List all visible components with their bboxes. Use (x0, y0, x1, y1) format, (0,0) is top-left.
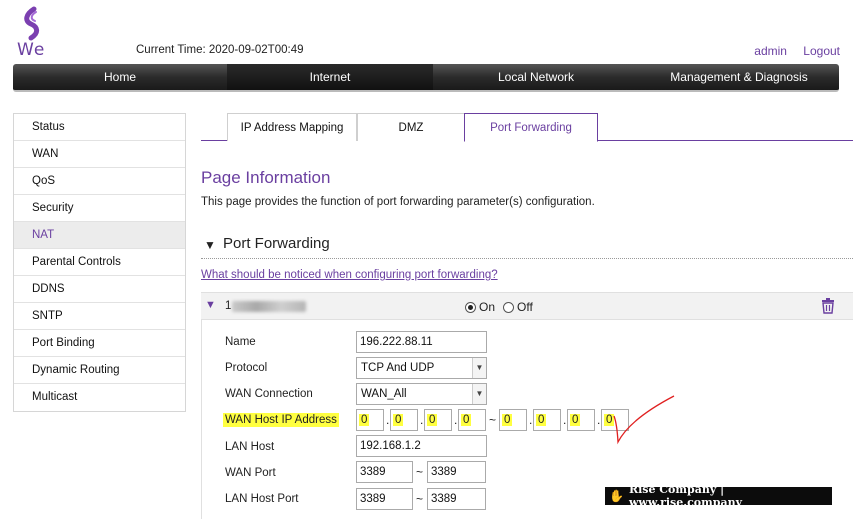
chevron-down-icon: ▼ (472, 358, 486, 378)
sidebar-item-ddns[interactable]: DDNS (14, 276, 185, 303)
ip-dot: . (386, 413, 390, 427)
chevron-down-icon: ▼ (472, 384, 486, 404)
sidebar-item-dynamic-routing[interactable]: Dynamic Routing (14, 357, 185, 384)
sidebar-item-multicast[interactable]: Multicast (14, 384, 185, 411)
redacted-rule-name (232, 301, 306, 312)
red-check-annotation-icon (613, 395, 675, 445)
nav-management-diagnosis[interactable]: Management & Diagnosis (639, 64, 839, 90)
radio-off[interactable]: Off (503, 300, 533, 314)
range-tilde: ~ (489, 413, 497, 427)
current-time: Current Time: 2020-09-02T00:49 (136, 44, 304, 56)
lan-host-label: LAN Host (225, 441, 275, 453)
radio-off-label: Off (517, 300, 533, 314)
tab-dmz[interactable]: DMZ (357, 113, 465, 141)
wan-port-end-input[interactable]: 3389 (427, 461, 486, 483)
range-tilde: ~ (416, 465, 424, 479)
rule-index: 1 (225, 300, 232, 312)
hand-logo-icon: ✋ (609, 489, 624, 503)
wan-port-label: WAN Port (225, 467, 276, 479)
wan-connection-value: WAN_All (361, 388, 407, 400)
sidebar-item-sntp[interactable]: SNTP (14, 303, 185, 330)
watermark-text: Rise Company | www.rise.company (628, 483, 742, 509)
user-links: admin Logout (741, 44, 840, 58)
wan-ip-start-octet-3[interactable]: 0 (424, 409, 452, 431)
protocol-label: Protocol (225, 362, 268, 374)
sidebar-item-security[interactable]: Security (14, 195, 185, 222)
wan-ip-start-octet-2[interactable]: 0 (390, 409, 418, 431)
wan-connection-select[interactable]: WAN_All ▼ (356, 383, 487, 405)
wan-host-ip-label: WAN Host IP Address (223, 413, 339, 427)
wan-ip-end-octet-1[interactable]: 0 (499, 409, 527, 431)
lan-host-input[interactable]: 192.168.1.2 (356, 435, 487, 457)
wan-ip-start-octet-4[interactable]: 0 (458, 409, 486, 431)
radio-on-label: On (479, 300, 496, 314)
nav-internet[interactable]: Internet (227, 64, 433, 90)
section-header[interactable]: ▼ Port Forwarding (201, 233, 853, 259)
protocol-value: TCP And UDP (361, 362, 435, 374)
logo-text: We (17, 40, 46, 60)
ip-dot: . (454, 413, 458, 427)
section-title: Port Forwarding (223, 235, 330, 252)
wan-ip-end-octet-3[interactable]: 0 (567, 409, 595, 431)
tab-port-forwarding[interactable]: Port Forwarding (464, 113, 598, 142)
help-link[interactable]: What should be noticed when configuring … (201, 269, 498, 281)
sidebar-item-qos[interactable]: QoS (14, 168, 185, 195)
trash-icon[interactable] (821, 298, 835, 314)
logout-link[interactable]: Logout (803, 44, 840, 58)
radio-off-circle-icon (503, 301, 514, 313)
wan-ip-end-octet-2[interactable]: 0 (533, 409, 561, 431)
lan-port-start-input[interactable]: 3389 (356, 488, 413, 510)
ip-dot: . (563, 413, 567, 427)
sidebar-item-status[interactable]: Status (14, 114, 185, 141)
nav-local-network[interactable]: Local Network (433, 64, 639, 90)
wan-port-start-input[interactable]: 3389 (356, 461, 413, 483)
ip-dot: . (529, 413, 533, 427)
tab-ip-address-mapping[interactable]: IP Address Mapping (227, 113, 357, 141)
sidebar-item-nat[interactable]: NAT (14, 222, 185, 249)
protocol-select[interactable]: TCP And UDP ▼ (356, 357, 487, 379)
radio-on[interactable]: On (465, 300, 495, 314)
sidebar-item-port-binding[interactable]: Port Binding (14, 330, 185, 357)
nav-home[interactable]: Home (13, 64, 227, 90)
username-link[interactable]: admin (754, 44, 787, 58)
watermark: ✋ Rise Company | www.rise.company (605, 483, 832, 509)
ip-dot: . (420, 413, 424, 427)
name-input[interactable]: 196.222.88.11 (356, 331, 487, 353)
name-label: Name (225, 336, 256, 348)
collapse-triangle-icon[interactable]: ▼ (204, 238, 216, 252)
rule-header: ▼ 1 On Off (201, 292, 853, 320)
tab-bar: IP Address Mapping DMZ Port Forwarding (201, 113, 853, 142)
radio-on-circle-icon (465, 301, 476, 313)
sidebar-item-wan[interactable]: WAN (14, 141, 185, 168)
wan-connection-label: WAN Connection (225, 388, 313, 400)
lan-port-end-input[interactable]: 3389 (427, 488, 486, 510)
page-title: Page Information (201, 168, 331, 187)
ip-dot: . (597, 413, 601, 427)
sidebar-item-parental-controls[interactable]: Parental Controls (14, 249, 185, 276)
sidebar: Status WAN QoS Security NAT Parental Con… (13, 113, 186, 412)
lan-host-port-label: LAN Host Port (225, 493, 299, 505)
range-tilde: ~ (416, 492, 424, 506)
top-navigation: Home Internet Local Network Management &… (13, 64, 839, 92)
rule-collapse-triangle-icon[interactable]: ▼ (205, 299, 216, 311)
page-description: This page provides the function of port … (201, 196, 595, 208)
wan-ip-start-octet-1[interactable]: 0 (356, 409, 384, 431)
